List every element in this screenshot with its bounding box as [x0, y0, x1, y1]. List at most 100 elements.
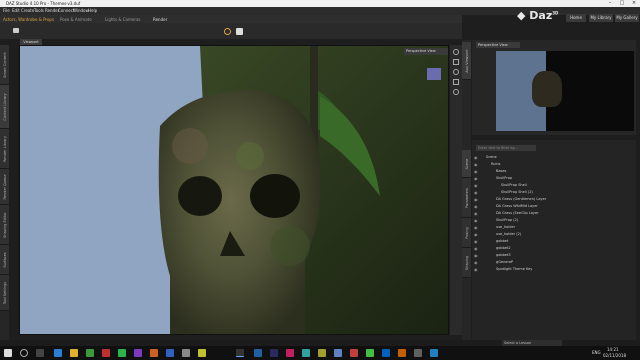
- app-icon-18[interactable]: [398, 349, 406, 357]
- aux-view-selector[interactable]: Perspective View: [476, 42, 520, 48]
- search-icon[interactable]: [20, 349, 28, 357]
- scene-tree-row[interactable]: ◉ DA Grass (SeeClip Layer: [472, 210, 636, 217]
- scene-tree-row[interactable]: ◉ gobbet3: [472, 252, 636, 259]
- app-icon-5[interactable]: [150, 349, 158, 357]
- tab-tool-settings[interactable]: Tool Settings: [0, 275, 9, 311]
- visibility-eye-icon[interactable]: ◉: [474, 260, 478, 265]
- visibility-eye-icon[interactable]: ◉: [474, 218, 478, 223]
- visibility-eye-icon[interactable]: ◉: [474, 197, 478, 202]
- menu-create[interactable]: Create: [21, 8, 34, 13]
- tab-render[interactable]: Render: [153, 17, 167, 22]
- scene-tree-row[interactable]: ◉ gGeneraP: [472, 259, 636, 266]
- maximize-button[interactable]: □: [616, 0, 628, 7]
- render-settings-icon[interactable]: [224, 28, 231, 35]
- app-icon-17[interactable]: [382, 349, 390, 357]
- scene-tree-row[interactable]: ◉ Spotlight Theme Key: [472, 266, 636, 273]
- render-icon[interactable]: [236, 28, 243, 35]
- zoom-icon[interactable]: [453, 69, 459, 75]
- tab-smart-content[interactable]: Smart Content: [0, 45, 9, 85]
- visibility-eye-icon[interactable]: ◉: [474, 183, 478, 188]
- app-icon-13[interactable]: [318, 349, 326, 357]
- scene-tree-row[interactable]: ◉ SkullProp Shell: [472, 182, 636, 189]
- scene-tree-row[interactable]: ◉ SkullProp (2): [472, 217, 636, 224]
- daz-studio-taskbar-icon[interactable]: [236, 349, 244, 357]
- visibility-eye-icon[interactable]: ◉: [474, 225, 478, 230]
- my-gallery-button[interactable]: My Gallery: [615, 14, 639, 22]
- tab-pose-animate[interactable]: Pose & Animate: [60, 17, 92, 22]
- app-icon-10[interactable]: [270, 349, 278, 357]
- app-icon-15[interactable]: [350, 349, 358, 357]
- visibility-eye-icon[interactable]: ◉: [474, 162, 478, 167]
- visibility-eye-icon[interactable]: ◉: [474, 155, 478, 160]
- visibility-eye-icon[interactable]: ◉: [474, 253, 478, 258]
- tab-shaping-editor[interactable]: Shaping Editor: [0, 205, 9, 245]
- edge-icon[interactable]: [54, 349, 62, 357]
- tab-actors-wardrobe-props[interactable]: Actors, Wardrobe & Props: [3, 17, 54, 22]
- explorer-icon[interactable]: [70, 349, 78, 357]
- app-icon-14[interactable]: [334, 349, 342, 357]
- visibility-eye-icon[interactable]: ◉: [474, 211, 478, 216]
- start-icon[interactable]: [4, 349, 12, 357]
- visibility-eye-icon[interactable]: ◉: [474, 267, 478, 272]
- visibility-eye-icon[interactable]: ◉: [474, 204, 478, 209]
- viewport[interactable]: Perspective View: [19, 45, 449, 335]
- perspective-view-selector[interactable]: Perspective View: [404, 48, 448, 55]
- menu-help[interactable]: Help: [88, 8, 97, 13]
- app-icon-11[interactable]: [286, 349, 294, 357]
- app-icon-2[interactable]: [102, 349, 110, 357]
- scene-tree-row[interactable]: ◉ gobbet2: [472, 245, 636, 252]
- home-button[interactable]: Home: [566, 14, 586, 22]
- visibility-eye-icon[interactable]: ◉: [474, 176, 478, 181]
- app-icon-12[interactable]: [302, 349, 310, 357]
- aux-viewport[interactable]: [496, 51, 634, 131]
- app-icon-4[interactable]: [134, 349, 142, 357]
- app-icon-1[interactable]: [86, 349, 94, 357]
- input-language[interactable]: ENG: [592, 350, 601, 355]
- task-view-icon[interactable]: [36, 349, 44, 357]
- scene-tree-row[interactable]: ◉ DA Grass (Gentlemen) Layer: [472, 196, 636, 203]
- tab-lights-cameras[interactable]: Lights & Cameras: [105, 17, 141, 22]
- orbit-icon[interactable]: [453, 49, 459, 55]
- pan-icon[interactable]: [453, 59, 459, 65]
- close-button[interactable]: ×: [628, 0, 640, 7]
- app-icon-8[interactable]: [198, 349, 206, 357]
- menu-file[interactable]: File: [3, 8, 10, 13]
- app-icon-16[interactable]: [366, 349, 374, 357]
- clock-time[interactable]: 14:21: [607, 347, 619, 352]
- visibility-eye-icon[interactable]: ◉: [474, 232, 478, 237]
- visibility-eye-icon[interactable]: ◉: [474, 239, 478, 244]
- visibility-eye-icon[interactable]: ◉: [474, 169, 478, 174]
- scene-tree-row[interactable]: ◉ SkullProp Shell (2): [472, 189, 636, 196]
- tab-surfaces[interactable]: Surfaces: [0, 245, 9, 275]
- menu-window[interactable]: Window: [73, 8, 89, 13]
- camera-icon[interactable]: [13, 28, 19, 33]
- app-icon-7[interactable]: [182, 349, 190, 357]
- scene-tree-row[interactable]: ◉ Bases: [472, 168, 636, 175]
- scene-tree-row[interactable]: ◉ Scene: [472, 154, 636, 161]
- my-library-button[interactable]: My Library: [589, 14, 613, 22]
- frame-icon[interactable]: [453, 79, 459, 85]
- tab-parameters[interactable]: Parameters: [462, 178, 471, 218]
- tab-content-library[interactable]: Content Library: [0, 85, 9, 129]
- scene-tree-row[interactable]: ◉ use_holder: [472, 224, 636, 231]
- tab-aux-viewport[interactable]: Aux Viewport: [462, 42, 471, 80]
- visibility-eye-icon[interactable]: ◉: [474, 190, 478, 195]
- scene-tree-row[interactable]: ◉ DA Grass WildMid Layer: [472, 203, 636, 210]
- tab-shaping[interactable]: Shaping: [462, 248, 471, 278]
- tab-render-queue[interactable]: Render Queue: [0, 169, 9, 205]
- scene-filter-input[interactable]: Enter text to filter by...: [476, 145, 536, 151]
- visibility-eye-icon[interactable]: ◉: [474, 246, 478, 251]
- tab-posing[interactable]: Posing: [462, 218, 471, 248]
- app-icon-6[interactable]: [166, 349, 174, 357]
- tab-scene[interactable]: Scene: [462, 150, 471, 178]
- minimize-button[interactable]: –: [604, 0, 616, 7]
- clock-date[interactable]: 02/11/2018: [603, 353, 626, 358]
- app-icon-20[interactable]: [430, 349, 438, 357]
- tab-render-library[interactable]: Render Library: [0, 129, 9, 169]
- app-icon-3[interactable]: [118, 349, 126, 357]
- scene-tree-row[interactable]: ◉ gobbet: [472, 238, 636, 245]
- menu-tools[interactable]: Tools: [34, 8, 44, 13]
- scene-tree-row[interactable]: ◉ use_holder (2): [472, 231, 636, 238]
- scene-tree-row[interactable]: ◉ SkullProp: [472, 175, 636, 182]
- scene-tree-row[interactable]: ◉ Ruins: [472, 161, 636, 168]
